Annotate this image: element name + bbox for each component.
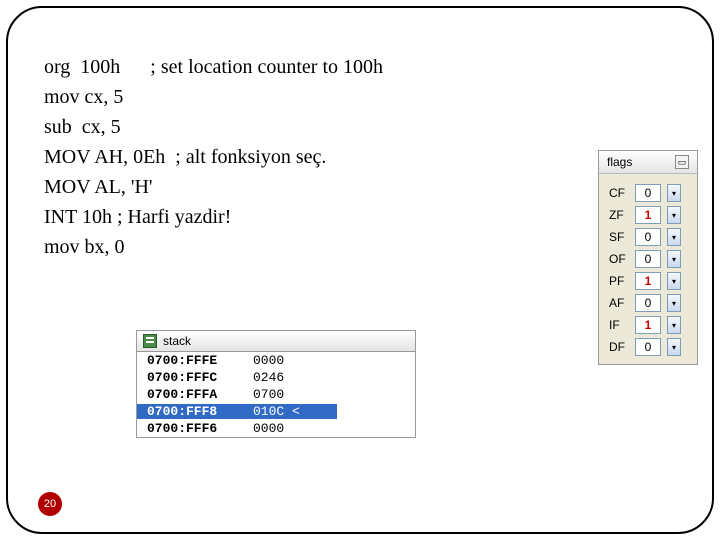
code-line: INT 10h ; Harfi yazdir! [44, 202, 383, 232]
flag-row: ZF 1 ▾ [603, 206, 693, 224]
flag-row: AF 0 ▾ [603, 294, 693, 312]
flags-titlebar[interactable]: flags ▭ [599, 151, 697, 174]
flag-name: AF [603, 296, 629, 310]
page-number: 20 [44, 498, 56, 510]
stack-icon [143, 334, 157, 348]
flags-body: CF 0 ▾ ZF 1 ▾ SF 0 ▾ OF 0 ▾ PF 1 ▾ AF 0 ▾ IF 1 ▾ DF 0 ▾ [599, 174, 697, 364]
chevron-down-icon[interactable]: ▾ [667, 316, 681, 334]
stack-row[interactable]: 0700:FFFE0000 [137, 352, 415, 369]
flag-row: PF 1 ▾ [603, 272, 693, 290]
assembly-code: org 100h ; set location counter to 100h … [44, 52, 383, 262]
flag-name: SF [603, 230, 629, 244]
stack-value: 010C < [247, 404, 337, 419]
code-line: sub cx, 5 [44, 112, 383, 142]
stack-value: 0246 [247, 370, 337, 385]
stack-titlebar[interactable]: stack [136, 330, 416, 352]
stack-body: 0700:FFFE00000700:FFFC02460700:FFFA07000… [136, 352, 416, 438]
chevron-down-icon[interactable]: ▾ [667, 206, 681, 224]
chevron-down-icon[interactable]: ▾ [667, 184, 681, 202]
flags-window: flags ▭ CF 0 ▾ ZF 1 ▾ SF 0 ▾ OF 0 ▾ PF 1 ▾ AF 0 ▾ IF 1 ▾ DF 0 ▾ [598, 150, 698, 365]
maximize-icon[interactable]: ▭ [675, 155, 689, 169]
chevron-down-icon[interactable]: ▾ [667, 338, 681, 356]
flag-value[interactable]: 0 [635, 228, 661, 246]
stack-addr: 0700:FFFA [137, 387, 247, 402]
flag-name: ZF [603, 208, 629, 222]
chevron-down-icon[interactable]: ▾ [667, 272, 681, 290]
flag-value[interactable]: 1 [635, 316, 661, 334]
flag-value[interactable]: 0 [635, 338, 661, 356]
flag-row: DF 0 ▾ [603, 338, 693, 356]
code-line: org 100h ; set location counter to 100h [44, 52, 383, 82]
flag-value[interactable]: 0 [635, 184, 661, 202]
stack-title-text: stack [163, 334, 191, 348]
stack-addr: 0700:FFFE [137, 353, 247, 368]
stack-row[interactable]: 0700:FFFC0246 [137, 369, 415, 386]
flag-value[interactable]: 1 [635, 272, 661, 290]
flag-name: IF [603, 318, 629, 332]
stack-window: stack 0700:FFFE00000700:FFFC02460700:FFF… [136, 330, 416, 438]
flag-row: IF 1 ▾ [603, 316, 693, 334]
code-line: mov cx, 5 [44, 82, 383, 112]
flag-value[interactable]: 1 [635, 206, 661, 224]
stack-addr: 0700:FFF6 [137, 421, 247, 436]
code-line: MOV AL, 'H' [44, 172, 383, 202]
code-line: MOV AH, 0Eh ; alt fonksiyon seç. [44, 142, 383, 172]
code-line: mov bx, 0 [44, 232, 383, 262]
flag-row: SF 0 ▾ [603, 228, 693, 246]
flag-row: CF 0 ▾ [603, 184, 693, 202]
flag-name: OF [603, 252, 629, 266]
chevron-down-icon[interactable]: ▾ [667, 294, 681, 312]
chevron-down-icon[interactable]: ▾ [667, 228, 681, 246]
stack-row[interactable]: 0700:FFF60000 [137, 420, 415, 437]
stack-value: 0000 [247, 421, 337, 436]
flag-name: PF [603, 274, 629, 288]
flag-value[interactable]: 0 [635, 294, 661, 312]
stack-addr: 0700:FFFC [137, 370, 247, 385]
flag-row: OF 0 ▾ [603, 250, 693, 268]
stack-value: 0000 [247, 353, 337, 368]
flag-name: DF [603, 340, 629, 354]
page-number-badge: 20 [38, 492, 62, 516]
chevron-down-icon[interactable]: ▾ [667, 250, 681, 268]
stack-row[interactable]: 0700:FFFA0700 [137, 386, 415, 403]
stack-row[interactable]: 0700:FFF8010C < [137, 403, 415, 420]
flags-title-text: flags [607, 155, 632, 169]
flag-name: CF [603, 186, 629, 200]
flag-value[interactable]: 0 [635, 250, 661, 268]
stack-value: 0700 [247, 387, 337, 402]
stack-addr: 0700:FFF8 [137, 404, 247, 419]
